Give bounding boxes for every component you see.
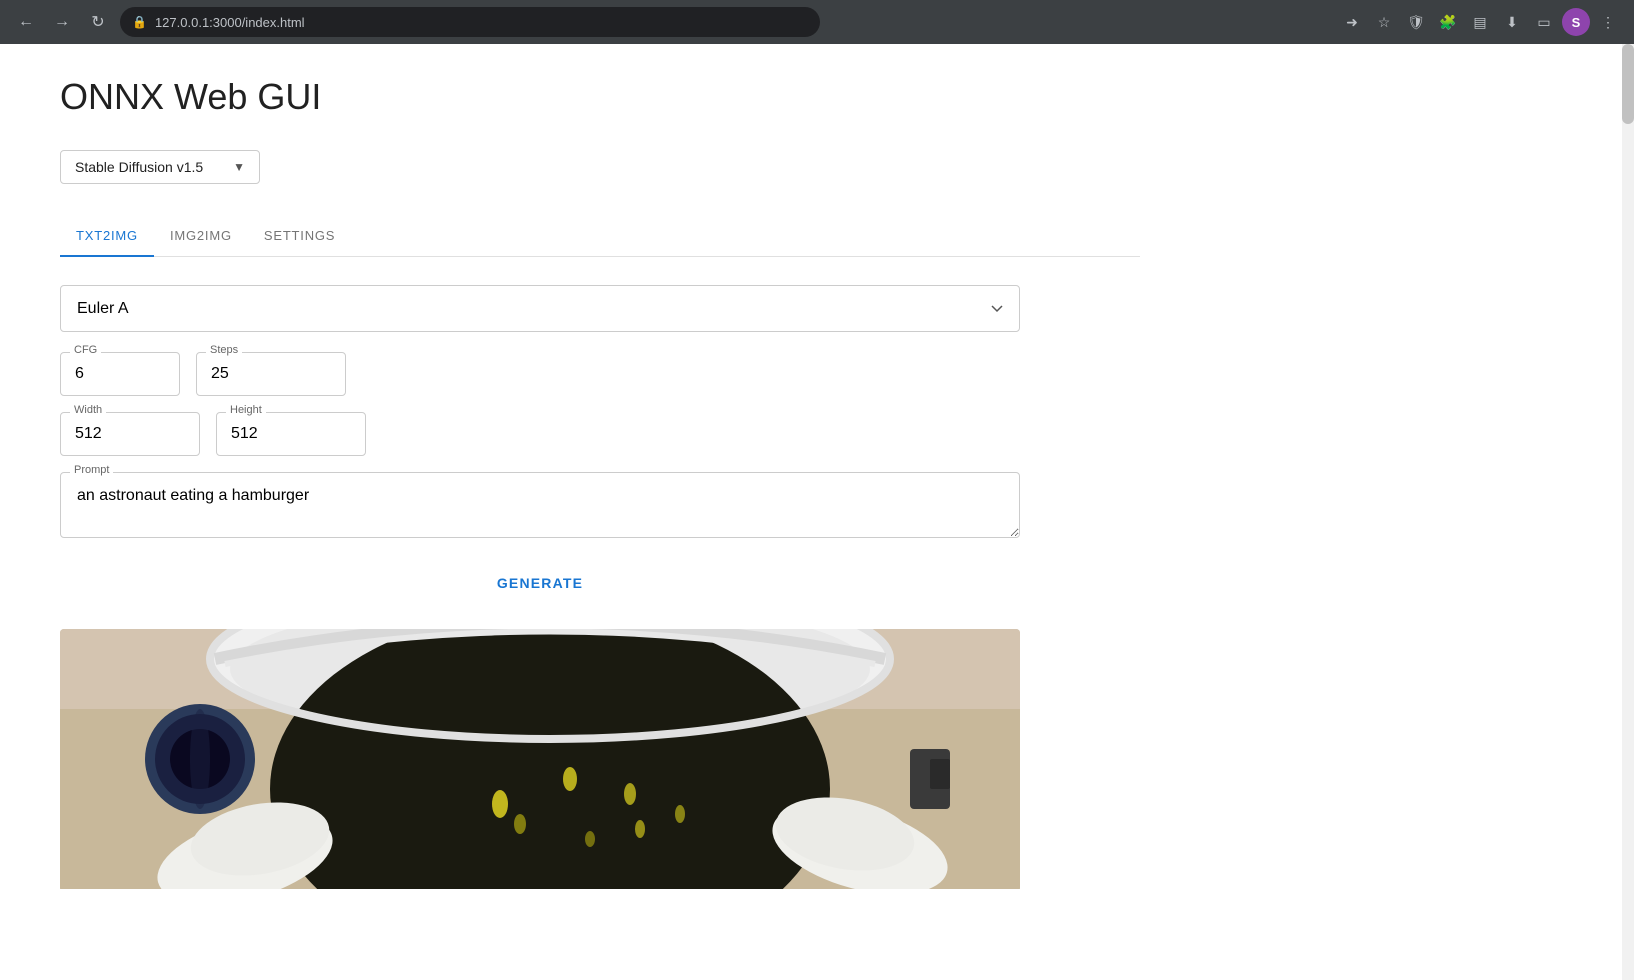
extension-shield-button[interactable]: 🛡 — [1402, 8, 1430, 36]
tabs: TXT2IMG IMG2IMG SETTINGS — [60, 216, 1140, 257]
prompt-label: Prompt — [70, 464, 113, 476]
page-title: ONNX Web GUI — [60, 76, 1140, 118]
menu-button[interactable]: ⋮ — [1594, 8, 1622, 36]
reload-button[interactable]: ↻ — [84, 8, 112, 36]
steps-input[interactable] — [196, 352, 346, 396]
url-text: 127.0.0.1:3000/index.html — [155, 15, 305, 30]
height-input[interactable] — [216, 412, 366, 456]
scrollbar-thumb[interactable] — [1622, 44, 1634, 124]
cast-button[interactable]: ▤ — [1466, 8, 1494, 36]
tab-txt2img[interactable]: TXT2IMG — [60, 216, 154, 257]
browser-chrome: ← → ↻ 🔒 127.0.0.1:3000/index.html ➜ ☆ 🛡 … — [0, 0, 1634, 44]
browser-toolbar-right: ➜ ☆ 🛡 🧩 ▤ ⬇ ▭ S ⋮ — [1338, 8, 1622, 36]
dimensions-row: Width Height — [60, 412, 1020, 456]
back-button[interactable]: ← — [12, 8, 40, 36]
lock-icon: 🔒 — [132, 15, 147, 29]
forward-button[interactable]: → — [48, 8, 76, 36]
prompt-input[interactable]: an astronaut eating a hamburger — [60, 472, 1020, 538]
download-button[interactable]: ⬇ — [1498, 8, 1526, 36]
form-area: Euler A Euler LMS Heun DPM2 DPM++ 2M CFG… — [60, 285, 1020, 892]
prompt-group: Prompt an astronaut eating a hamburger — [60, 472, 1020, 541]
scrollbar[interactable] — [1622, 44, 1634, 980]
cfg-field-group: CFG — [60, 352, 180, 396]
profile-button[interactable]: S — [1562, 8, 1590, 36]
model-selector-arrow-icon: ▼ — [233, 160, 245, 174]
height-field-group: Height — [216, 412, 366, 456]
cfg-label: CFG — [70, 344, 101, 356]
generate-button[interactable]: GENERATE — [473, 565, 607, 601]
extensions-puzzle-button[interactable]: 🧩 — [1434, 8, 1462, 36]
steps-label: Steps — [206, 344, 242, 356]
width-label: Width — [70, 404, 106, 416]
tab-img2img[interactable]: IMG2IMG — [154, 216, 248, 257]
bookmark-button[interactable]: ☆ — [1370, 8, 1398, 36]
page-content: ONNX Web GUI Stable Diffusion v1.5 ▼ TXT… — [0, 44, 1200, 924]
width-field-group: Width — [60, 412, 200, 456]
sampler-select[interactable]: Euler A Euler LMS Heun DPM2 DPM++ 2M — [60, 285, 1020, 332]
width-input[interactable] — [60, 412, 200, 456]
cfg-input[interactable] — [60, 352, 180, 396]
model-selector-value: Stable Diffusion v1.5 — [75, 159, 203, 175]
cfg-steps-row: CFG Steps — [60, 352, 1020, 396]
tab-settings[interactable]: SETTINGS — [248, 216, 351, 257]
address-bar[interactable]: 🔒 127.0.0.1:3000/index.html — [120, 7, 820, 37]
model-selector[interactable]: Stable Diffusion v1.5 ▼ — [60, 150, 260, 184]
generated-image — [60, 629, 1020, 889]
share-button[interactable]: ➜ — [1338, 8, 1366, 36]
pip-button[interactable]: ▭ — [1530, 8, 1558, 36]
steps-field-group: Steps — [196, 352, 346, 396]
generated-image-container — [60, 629, 1020, 892]
height-label: Height — [226, 404, 266, 416]
